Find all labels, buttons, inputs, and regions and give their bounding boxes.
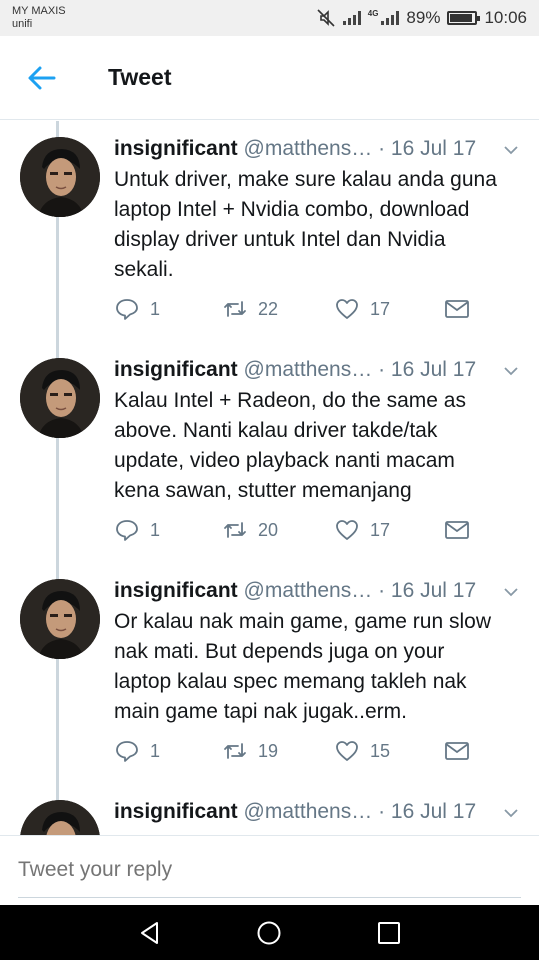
app-header: Tweet (0, 36, 539, 120)
reply-button[interactable]: 1 (114, 516, 160, 544)
network-name: unifi (12, 18, 33, 30)
direct-message-button[interactable] (444, 295, 470, 323)
retweet-count: 20 (258, 519, 279, 540)
tweet[interactable]: insignificant @matthens… · 16 Jul 17 Or … (0, 563, 539, 784)
user-name[interactable]: insignificant (114, 579, 238, 602)
tweet-date[interactable]: 16 Jul 17 (391, 358, 476, 381)
heart-icon (336, 299, 358, 319)
envelope-icon (445, 300, 469, 318)
status-bar: MY MAXIS unifi 4G 89% 10:06 (0, 0, 539, 36)
reply-count: 1 (150, 519, 161, 540)
tweet-actions: 1 20 17 (114, 516, 484, 544)
arrow-left-icon[interactable] (24, 62, 60, 94)
direct-message-button[interactable] (444, 737, 470, 765)
page-title: Tweet (108, 64, 172, 90)
reply-button[interactable]: 1 (114, 737, 160, 765)
retweet-button[interactable]: 19 (222, 737, 278, 765)
heart-icon (336, 520, 358, 540)
tweet-actions: 1 22 17 (114, 295, 484, 323)
direct-message-button[interactable] (444, 516, 470, 544)
heart-icon (336, 741, 358, 761)
tweet-header: insignificant @matthens… · 16 Jul 17 (114, 577, 514, 605)
envelope-icon (445, 742, 469, 760)
tweet-thread[interactable]: insignificant @matthens… · 16 Jul 17 Unt… (0, 121, 539, 835)
battery-icon (447, 11, 481, 25)
carrier-info: MY MAXIS unifi (12, 5, 66, 31)
chevron-down-icon[interactable] (502, 141, 520, 159)
reply-count: 1 (150, 740, 161, 761)
tweet-text: Kalau Intel + Radeon, do the same as abo… (114, 389, 466, 502)
retweet-button[interactable]: 22 (222, 295, 278, 323)
network-type-label: 4G (367, 9, 379, 18)
status-icons: 4G 89% 10:06 (316, 7, 527, 29)
avatar[interactable] (20, 579, 100, 659)
clock: 10:06 (484, 8, 527, 27)
chevron-down-icon[interactable] (502, 583, 520, 601)
signal-icon (342, 11, 361, 25)
user-name[interactable]: insignificant (114, 800, 238, 823)
reply-count: 1 (150, 298, 161, 319)
avatar[interactable] (20, 800, 100, 835)
signal-icon (381, 11, 400, 25)
envelope-icon (445, 521, 469, 539)
retweet-icon (224, 522, 246, 538)
battery-percent: 89% (406, 8, 441, 27)
system-nav-bar (0, 905, 539, 960)
separator-dot: · (378, 579, 386, 602)
user-name[interactable]: insignificant (114, 137, 238, 160)
reply-input[interactable] (18, 858, 504, 882)
retweet-icon (224, 301, 246, 317)
user-handle[interactable]: @matthens… (244, 579, 373, 602)
tweet[interactable]: insignificant @matthens… · 16 Jul 17 Unt… (0, 121, 539, 342)
like-count: 17 (370, 519, 391, 540)
tweet-text: Untuk driver, make sure kalau anda guna … (114, 168, 497, 281)
chevron-down-icon[interactable] (502, 804, 520, 822)
carrier-name: MY MAXIS (12, 5, 66, 17)
user-handle[interactable]: @matthens… (244, 137, 373, 160)
retweet-button[interactable]: 20 (222, 516, 278, 544)
user-name[interactable]: insignificant (114, 358, 238, 381)
retweet-count: 22 (258, 298, 279, 319)
reply-icon (116, 741, 138, 762)
tweet-header: insignificant @matthens… · 16 Jul 17 (114, 356, 514, 384)
reply-button[interactable]: 1 (114, 295, 160, 323)
avatar[interactable] (20, 137, 100, 217)
separator-dot: · (378, 800, 386, 823)
like-button[interactable]: 17 (334, 516, 390, 544)
tweet-date[interactable]: 16 Jul 17 (391, 137, 476, 160)
user-handle[interactable]: @matthens… (244, 358, 373, 381)
separator-dot: · (378, 137, 386, 160)
nav-back-icon[interactable] (135, 918, 165, 948)
tweet-text: Or kalau nak main game, game run slow na… (114, 610, 492, 723)
chevron-down-icon[interactable] (502, 362, 520, 380)
tweet[interactable]: insignificant @matthens… · 16 Jul 17 (0, 784, 539, 835)
separator-dot: · (378, 358, 386, 381)
reply-bar (0, 835, 539, 905)
tweet-date[interactable]: 16 Jul 17 (391, 800, 476, 823)
tweet-date[interactable]: 16 Jul 17 (391, 579, 476, 602)
tweet-header: insignificant @matthens… · 16 Jul 17 (114, 798, 514, 826)
avatar[interactable] (20, 358, 100, 438)
mute-icon (317, 9, 335, 27)
user-handle[interactable]: @matthens… (244, 800, 373, 823)
tweet[interactable]: insignificant @matthens… · 16 Jul 17 Kal… (0, 342, 539, 563)
reply-icon (116, 299, 138, 320)
like-count: 17 (370, 298, 391, 319)
tweet-header: insignificant @matthens… · 16 Jul 17 (114, 135, 514, 163)
retweet-count: 19 (258, 740, 279, 761)
reply-input-underline (18, 897, 521, 898)
like-button[interactable]: 17 (334, 295, 390, 323)
nav-recent-apps-icon[interactable] (374, 918, 404, 948)
tweet-actions: 1 19 15 (114, 737, 484, 765)
nav-home-icon[interactable] (254, 918, 284, 948)
like-button[interactable]: 15 (334, 737, 390, 765)
like-count: 15 (370, 740, 391, 761)
retweet-icon (224, 743, 246, 759)
reply-icon (116, 520, 138, 541)
